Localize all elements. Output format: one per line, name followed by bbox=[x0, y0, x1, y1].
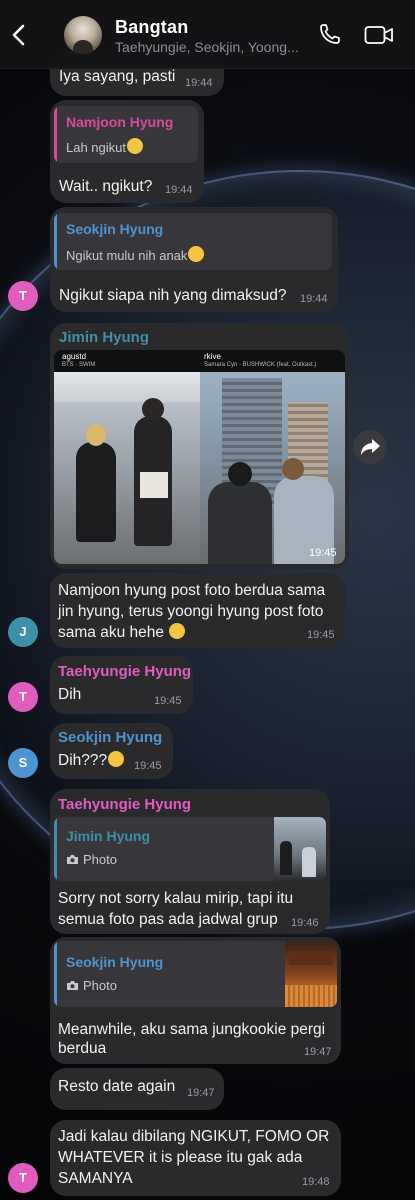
back-chevron-icon bbox=[12, 24, 25, 46]
shared-photo[interactable]: agustd BTS · SWIM rkive Samara Cyn · BUS… bbox=[54, 350, 345, 564]
reply-preview[interactable]: Seokjin Hyung Photo bbox=[54, 941, 337, 1007]
message-text-line: Sorry not sorry kalau mirip, tapi itu bbox=[58, 890, 294, 907]
message-text: Ngikut siapa nih yang dimaksud? bbox=[59, 287, 287, 304]
camera-icon bbox=[67, 981, 78, 990]
reply-bar bbox=[54, 941, 57, 1007]
message-text-line: SAMANYA bbox=[58, 1170, 133, 1187]
video-camera-icon bbox=[364, 26, 393, 44]
reply-preview[interactable]: Namjoon Hyung Lah ngikut bbox=[54, 106, 198, 163]
message-time: 19:45 bbox=[154, 695, 182, 707]
message-bubble[interactable]: Namjoon Hyung Lah ngikut Wait.. ngikut? … bbox=[50, 100, 204, 203]
post-left-track: BTS · SWIM bbox=[62, 362, 96, 368]
video-call-button[interactable] bbox=[364, 24, 394, 46]
message-bubble[interactable]: Seokjin Hyung Dih??? 19:45 bbox=[50, 723, 173, 779]
chat-header: Bangtan Taehyungie, Seokjin, Yoong... bbox=[0, 0, 415, 69]
reply-preview[interactable]: Jimin Hyung Photo bbox=[54, 817, 326, 881]
reply-thumbnail bbox=[285, 941, 337, 1007]
message-time: 19:45 bbox=[309, 547, 337, 559]
message-text-line: Namjoon hyung post foto berdua sama bbox=[58, 582, 326, 599]
reply-text: Ngikut mulu nih anak bbox=[66, 246, 205, 263]
chat-title[interactable]: Bangtan bbox=[115, 17, 188, 38]
reply-bar bbox=[54, 817, 57, 881]
share-forward-button[interactable] bbox=[353, 430, 387, 464]
message-bubble[interactable]: Seokjin Hyung Photo Meanwhile, aku sama … bbox=[50, 937, 341, 1064]
message-bubble-photo[interactable]: Jimin Hyung agustd BTS · SWIM rkive Sama… bbox=[50, 323, 349, 569]
message-text: Dih bbox=[58, 686, 82, 703]
reply-thumbnail bbox=[274, 817, 326, 881]
avatar[interactable]: S bbox=[8, 748, 38, 778]
photo-right bbox=[200, 372, 345, 564]
message-bubble[interactable]: Seokjin Hyung Ngikut mulu nih anak Ngiku… bbox=[50, 207, 338, 312]
post-right-user: rkive bbox=[204, 352, 221, 361]
reply-preview[interactable]: Seokjin Hyung Ngikut mulu nih anak bbox=[54, 213, 332, 270]
avatar[interactable]: J bbox=[8, 617, 38, 647]
message-text-line: Jadi kalau dibilang NGIKUT, FOMO OR bbox=[58, 1128, 330, 1145]
message-bubble[interactable]: Resto date again 19:47 bbox=[50, 1068, 224, 1110]
message-time: 19:47 bbox=[187, 1087, 215, 1099]
back-button[interactable] bbox=[8, 20, 32, 50]
reply-bar bbox=[54, 106, 57, 163]
reply-sender: Namjoon Hyung bbox=[66, 114, 174, 130]
message-time: 19:45 bbox=[307, 629, 335, 641]
post-right-track: Samara Cyn · BUSHWICK (feat. Outkast.) bbox=[204, 362, 317, 368]
message-time: 19:44 bbox=[165, 184, 193, 196]
message-text-line: semua foto pas ada jadwal grup bbox=[58, 911, 278, 928]
share-forward-icon bbox=[361, 439, 380, 455]
message-time: 19:46 bbox=[291, 917, 319, 929]
message-time: 19:47 bbox=[304, 1046, 332, 1058]
message-text-line: Meanwhile, aku sama jungkookie pergi bbox=[58, 1021, 326, 1038]
reply-sender: Jimin Hyung bbox=[66, 828, 151, 844]
emoji-eye-roll-icon bbox=[188, 246, 205, 262]
photo-left bbox=[54, 372, 200, 564]
message-time: 19:45 bbox=[134, 760, 162, 772]
avatar[interactable]: T bbox=[8, 1163, 38, 1193]
chat-members[interactable]: Taehyungie, Seokjin, Yoong... bbox=[115, 39, 310, 55]
reply-text: Photo bbox=[66, 852, 117, 867]
message-bubble[interactable]: Jadi kalau dibilang NGIKUT, FOMO OR WHAT… bbox=[50, 1120, 341, 1196]
sender-name: Taehyungie Hyung bbox=[58, 796, 192, 813]
message-time: 19:44 bbox=[185, 77, 213, 89]
reply-bar bbox=[54, 213, 57, 270]
message-time: 19:44 bbox=[300, 293, 328, 305]
message-bubble[interactable]: Taehyungie Hyung Dih 19:45 bbox=[50, 656, 193, 714]
message-text: Iya sayang, pasti bbox=[59, 68, 176, 85]
message-time: 19:48 bbox=[302, 1176, 330, 1188]
message-text-line: berdua bbox=[58, 1040, 107, 1057]
phone-icon bbox=[320, 24, 340, 44]
emoji-hand-over-mouth-icon bbox=[169, 623, 186, 639]
message-text: Resto date again bbox=[58, 1078, 176, 1095]
reply-text: Lah ngikut bbox=[66, 138, 143, 155]
avatar[interactable]: T bbox=[8, 281, 38, 311]
emoji-skeptical-icon bbox=[108, 751, 125, 767]
sender-name: Seokjin Hyung bbox=[58, 729, 163, 746]
sender-name: Jimin Hyung bbox=[59, 329, 150, 346]
message-text: Wait.. ngikut? bbox=[59, 178, 153, 195]
message-bubble[interactable]: Taehyungie Hyung Jimin Hyung Photo Sorry… bbox=[50, 789, 330, 934]
sender-name: Taehyungie Hyung bbox=[58, 663, 192, 680]
group-avatar[interactable] bbox=[64, 16, 102, 54]
message-text: Dih??? bbox=[58, 750, 125, 771]
post-left-user: agustd bbox=[62, 352, 87, 361]
camera-icon bbox=[67, 855, 78, 864]
reply-text: Photo bbox=[66, 978, 117, 993]
emoji-grin-sweat-icon bbox=[127, 138, 143, 154]
post-header: agustd BTS · SWIM rkive Samara Cyn · BUS… bbox=[54, 350, 345, 372]
message-text-line: sama aku hehe bbox=[58, 622, 186, 643]
call-button[interactable] bbox=[318, 22, 342, 46]
reply-sender: Seokjin Hyung bbox=[66, 954, 164, 970]
reply-sender: Seokjin Hyung bbox=[66, 221, 164, 237]
avatar[interactable]: T bbox=[8, 682, 38, 712]
message-text-line: jin hyung, terus yoongi hyung post foto bbox=[58, 603, 324, 620]
message-bubble[interactable]: Namjoon hyung post foto berdua sama jin … bbox=[50, 573, 345, 648]
message-text-line: WHATEVER it is please itu gak ada bbox=[58, 1149, 303, 1166]
